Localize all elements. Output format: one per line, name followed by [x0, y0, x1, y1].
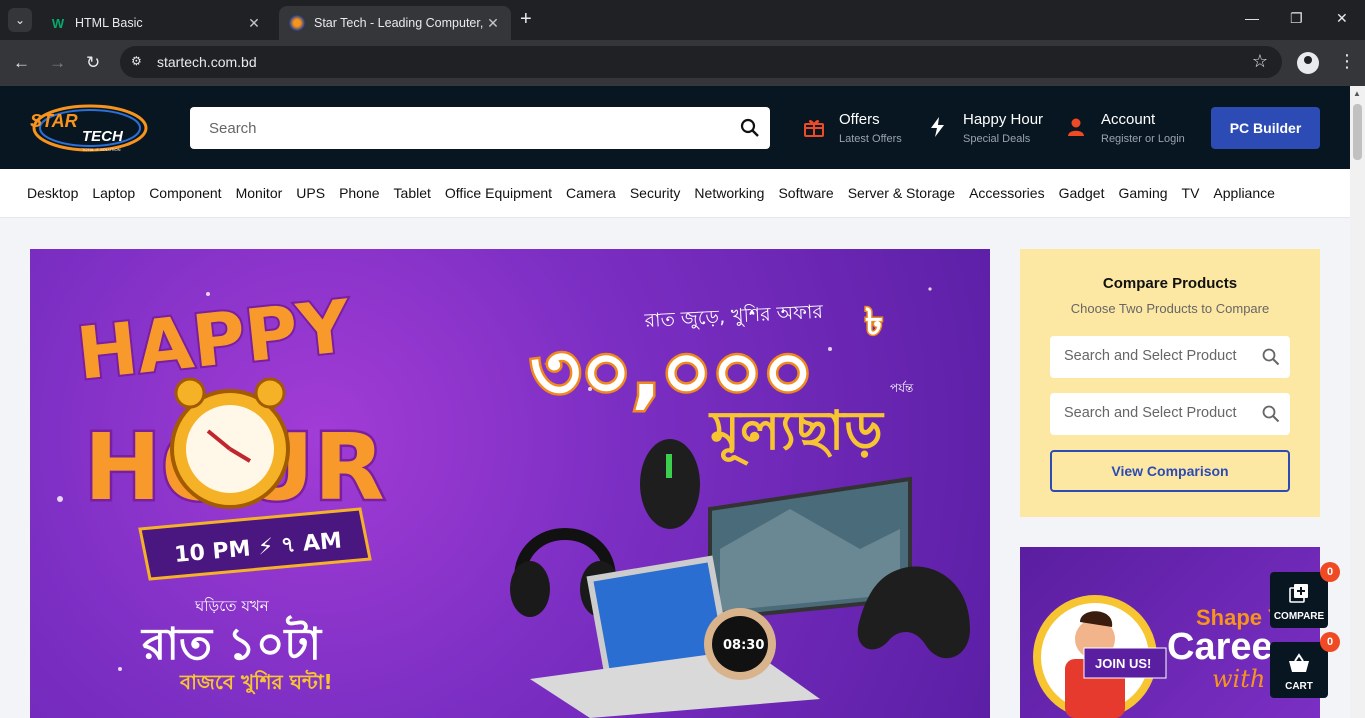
compare-product-2-input[interactable]: Search and Select Product [1050, 393, 1290, 435]
site-header: STAR TECH TOTAL IT SOLUTION Search Offer… [0, 86, 1350, 169]
menu-icon[interactable]: ⋮ [1338, 51, 1356, 72]
category-link[interactable]: Server & Storage [848, 185, 955, 201]
browser-toolbar: ← → ↻ ⚙ startech.com.bd ☆ ⋮ [0, 40, 1365, 86]
watch-time-text: 08:30 [723, 638, 764, 653]
category-nav: Desktop Laptop Component Monitor UPS Phone Tab… [0, 169, 1350, 218]
category-link[interactable]: Tablet [394, 185, 431, 201]
user-icon [1065, 116, 1087, 138]
startech-icon [289, 15, 305, 31]
banner-currency: ৳ [865, 302, 883, 343]
gift-icon [803, 116, 825, 138]
compare-subtitle: Choose Two Products to Compare [1070, 301, 1270, 316]
address-bar[interactable]: ⚙ startech.com.bd ☆ [120, 46, 1282, 78]
profile-icon[interactable] [1297, 52, 1319, 74]
url-text: startech.com.bd [157, 54, 257, 70]
cart-float-button[interactable]: CART 0 [1270, 632, 1340, 698]
reload-icon[interactable]: ↻ [86, 53, 100, 73]
account-subtitle: Register or Login [1101, 133, 1185, 145]
minimize-icon[interactable]: — [1245, 10, 1259, 26]
cart-count-badge: 0 [1320, 632, 1340, 652]
view-comparison-button[interactable]: View Comparison [1050, 450, 1290, 492]
search-box[interactable]: Search [190, 107, 770, 149]
category-link[interactable]: Security [630, 185, 681, 201]
compare-count-badge: 0 [1320, 562, 1340, 582]
category-link[interactable]: Software [778, 185, 833, 201]
tab-startech[interactable]: Star Tech - Leading Computer, La ✕ [279, 6, 511, 40]
category-link[interactable]: Laptop [92, 185, 135, 201]
offers-title: Offers [839, 111, 880, 128]
compare-plus-icon [1289, 584, 1308, 603]
close-window-icon[interactable]: ✕ [1336, 10, 1348, 27]
pc-builder-button[interactable]: PC Builder [1211, 107, 1320, 149]
banner-discount: মূল্যছাড় [708, 399, 885, 466]
close-tab-icon[interactable]: ✕ [246, 15, 262, 32]
category-link[interactable]: Monitor [236, 185, 283, 201]
svg-text:STAR: STAR [30, 111, 78, 131]
banner-bn-sub: বাজবে খুশির ঘন্টা! [179, 669, 333, 695]
category-link[interactable]: Gadget [1059, 185, 1105, 201]
happy-hour-banner[interactable]: HAPPY HOUR 10 PM ⚡ ৭ AM ঘড়িতে যখন রাত ১… [30, 249, 990, 718]
category-link[interactable]: Accessories [969, 185, 1044, 201]
search-icon [1262, 348, 1280, 371]
with-text: with [1212, 665, 1265, 693]
compare-float-label: COMPARE [1273, 611, 1325, 622]
svg-text:TOTAL IT SOLUTION: TOTAL IT SOLUTION [82, 147, 121, 152]
category-link[interactable]: Phone [339, 185, 379, 201]
smartwatch-icon: 08:30 [704, 608, 776, 680]
category-link[interactable]: Camera [566, 185, 616, 201]
category-link[interactable]: Component [149, 185, 221, 201]
category-link[interactable]: Networking [694, 185, 764, 201]
compare-product-1-input[interactable]: Search and Select Product [1050, 336, 1290, 378]
happy-hour-title: Happy Hour [963, 111, 1044, 128]
forward-icon[interactable]: → [49, 53, 66, 73]
close-tab-icon[interactable]: ✕ [485, 15, 501, 32]
compare-title: Compare Products [1102, 275, 1238, 292]
mouse-icon [640, 439, 700, 529]
career-text: Caree [1167, 626, 1273, 668]
compare-products-panel: Compare Products Choose Two Products to … [1020, 249, 1320, 517]
category-link[interactable]: Office Equipment [445, 185, 552, 201]
account-title: Account [1101, 111, 1156, 128]
maximize-icon[interactable]: ❐ [1290, 10, 1303, 27]
basket-icon [1289, 653, 1309, 672]
join-us-text: JOIN US! [1095, 656, 1151, 671]
tab-title: HTML Basic [75, 16, 143, 30]
bookmark-star-icon[interactable]: ☆ [1252, 51, 1268, 72]
banner-happy-text: HAPPY [73, 284, 355, 396]
tab-search-button[interactable]: ⌄ [8, 8, 32, 32]
cart-float-label: CART [1285, 681, 1313, 692]
scroll-up-icon[interactable]: ▲ [1353, 89, 1361, 98]
scrollbar-thumb[interactable] [1353, 104, 1362, 160]
tab-html-basic[interactable]: W HTML Basic ✕ [40, 6, 272, 40]
page-scrollbar[interactable]: ▲ [1350, 86, 1365, 718]
search-icon [1262, 405, 1280, 428]
back-icon[interactable]: ← [13, 53, 30, 73]
category-link[interactable]: Desktop [27, 185, 78, 201]
offers-subtitle: Latest Offers [839, 133, 902, 145]
new-tab-button[interactable]: + [520, 9, 532, 29]
banner-bn-small: ঘড়িতে যখন [194, 597, 270, 615]
banner-bn-big: রাত ১০টা [140, 615, 323, 670]
banner-upto: পর্যন্ত [890, 381, 914, 395]
compare-float-button[interactable]: COMPARE 0 [1270, 562, 1340, 628]
svg-text:TECH: TECH [82, 128, 124, 145]
w3schools-icon: W [51, 15, 65, 31]
category-link[interactable]: UPS [296, 185, 325, 201]
category-link[interactable]: Gaming [1119, 185, 1168, 201]
compare-input-placeholder: Search and Select Product [1064, 348, 1237, 364]
tab-title: Star Tech - Leading Computer, La [314, 16, 485, 30]
alarm-clock-icon [170, 377, 290, 509]
search-input[interactable]: Search [209, 120, 257, 137]
startech-logo[interactable]: STAR TECH TOTAL IT SOLUTION [28, 100, 148, 156]
lightning-icon [927, 116, 949, 138]
compare-input-placeholder: Search and Select Product [1064, 405, 1237, 421]
site-info-icon[interactable]: ⚙ [131, 54, 147, 70]
happy-hour-subtitle: Special Deals [963, 133, 1031, 145]
search-icon[interactable] [740, 118, 760, 143]
browser-tabbar: ⌄ W HTML Basic ✕ Star Tech - Leading Com… [0, 0, 1365, 40]
category-link[interactable]: TV [1182, 185, 1200, 201]
category-link[interactable]: Appliance [1213, 185, 1275, 201]
